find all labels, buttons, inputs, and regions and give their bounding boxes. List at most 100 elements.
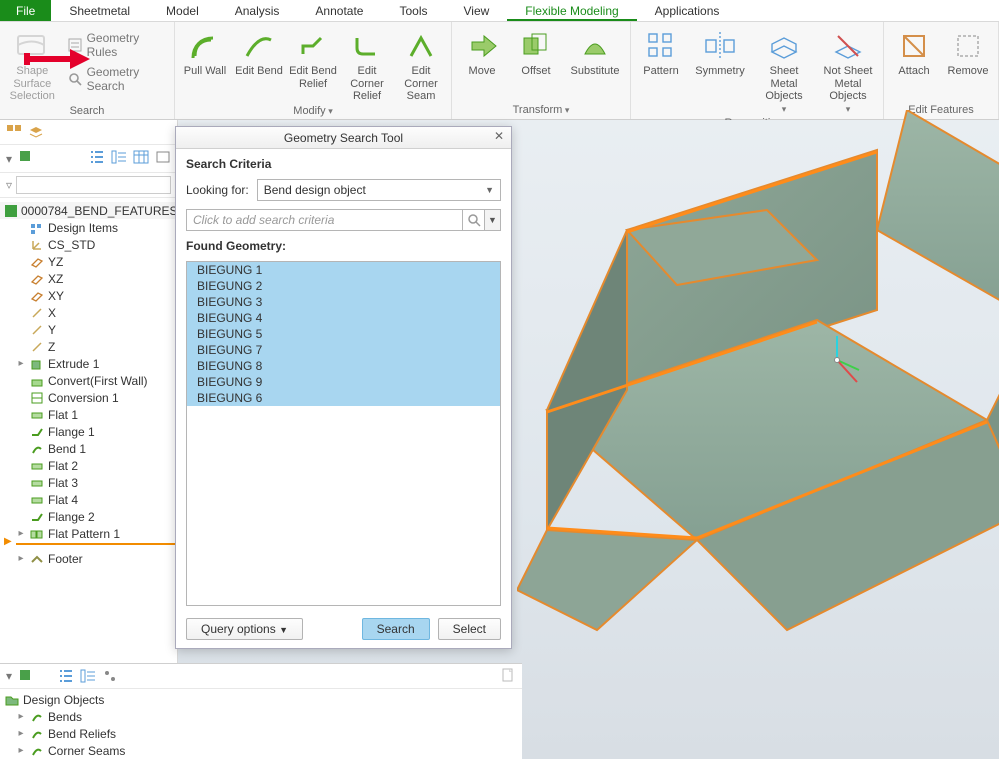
menu-sheetmetal[interactable]: Sheetmetal (51, 0, 148, 21)
menu-file[interactable]: File (0, 0, 51, 21)
tree-layers-icon[interactable] (28, 124, 44, 140)
pattern-button[interactable]: Pattern (637, 26, 685, 78)
menu-model[interactable]: Model (148, 0, 217, 21)
result-item[interactable]: BIEGUNG 8 (187, 358, 500, 374)
design-object-item[interactable]: ▸Bend Reliefs (0, 725, 522, 742)
edit-bend-icon (241, 28, 277, 64)
geometry-search-button[interactable]: Geometry Search (65, 64, 168, 94)
insert-here-marker[interactable] (16, 543, 177, 545)
result-item[interactable]: BIEGUNG 2 (187, 278, 500, 294)
tree-layout-icon[interactable] (6, 124, 22, 140)
select-button[interactable]: Select (438, 618, 501, 640)
dialog-title: Geometry Search Tool (284, 131, 403, 145)
shape-surface-button[interactable]: Shape Surface Selection (6, 26, 59, 103)
result-item[interactable]: BIEGUNG 6 (187, 390, 500, 406)
tree-extra-icon[interactable] (155, 149, 171, 168)
result-item[interactable]: BIEGUNG 1 (187, 262, 500, 278)
tree-item[interactable]: XY (0, 287, 177, 304)
dialog-titlebar[interactable]: Geometry Search Tool ✕ (176, 127, 511, 149)
rules-icon (67, 37, 83, 53)
tree-table-icon[interactable] (133, 149, 149, 168)
result-item[interactable]: BIEGUNG 9 (187, 374, 500, 390)
tree-item[interactable]: Flat 4 (0, 491, 177, 508)
looking-for-label: Looking for: (186, 183, 249, 197)
edit-bend-relief-button[interactable]: Edit Bend Relief (289, 26, 337, 90)
result-item[interactable]: BIEGUNG 5 (187, 326, 500, 342)
sheetmetal-icon (766, 28, 802, 64)
tree-list-icon[interactable] (89, 149, 105, 168)
do-list-icon[interactable] (58, 668, 74, 684)
tree-item[interactable]: Bend 1 (0, 440, 177, 457)
attach-button[interactable]: Attach (890, 26, 938, 78)
design-objects-root[interactable]: Design Objects (0, 691, 522, 708)
search-icon (67, 71, 83, 87)
tree-item[interactable]: Flange 1 (0, 423, 177, 440)
substitute-button[interactable]: Substitute (566, 26, 624, 78)
edit-corner-seam-button[interactable]: Edit Corner Seam (397, 26, 445, 103)
result-item[interactable]: BIEGUNG 7 (187, 342, 500, 358)
tree-item[interactable]: Design Items (0, 219, 177, 236)
close-icon[interactable]: ✕ (491, 129, 507, 145)
design-object-item[interactable]: ▸Corner Seams (0, 742, 522, 759)
tree-root[interactable]: 0000784_BEND_FEATURES.PRT (0, 202, 177, 219)
tree-item[interactable]: ▸Extrude 1 (0, 355, 177, 372)
not-sheetmetal-objects-button[interactable]: Not Sheet Metal Objects▾ (819, 26, 877, 115)
move-button[interactable]: Move (458, 26, 506, 78)
page-icon[interactable] (500, 668, 516, 684)
tree-item[interactable]: Flat 1 (0, 406, 177, 423)
flange-icon (29, 425, 45, 439)
bend-icon (29, 710, 45, 724)
search-criteria-header: Search Criteria (186, 157, 501, 171)
query-options-button[interactable]: Query options ▼ (186, 618, 303, 640)
menu-flexible-modeling[interactable]: Flexible Modeling (507, 0, 636, 21)
menu-tools[interactable]: Tools (381, 0, 445, 21)
result-item[interactable]: BIEGUNG 4 (187, 310, 500, 326)
tree-item[interactable]: CS_STD (0, 236, 177, 253)
tree-item[interactable]: Y (0, 321, 177, 338)
search-button[interactable]: Search (362, 618, 430, 640)
menu-view[interactable]: View (445, 0, 507, 21)
result-item[interactable]: BIEGUNG 3 (187, 294, 500, 310)
tree-item[interactable]: YZ (0, 253, 177, 270)
edit-bend-button[interactable]: Edit Bend (235, 26, 283, 78)
filter-toggle-icon[interactable]: ▾ (6, 669, 12, 683)
geometry-search-dialog: Geometry Search Tool ✕ Search Criteria L… (175, 126, 512, 649)
do-detail-icon[interactable] (80, 668, 96, 684)
offset-button[interactable]: Offset (512, 26, 560, 78)
do-settings-icon[interactable] (102, 668, 118, 684)
symmetry-button[interactable]: Symmetry (691, 26, 749, 78)
tree-item[interactable]: X (0, 304, 177, 321)
remove-button[interactable]: Remove (944, 26, 992, 78)
geometry-rules-button[interactable]: Geometry Rules (65, 30, 168, 60)
tree-item[interactable]: Flat 2 (0, 457, 177, 474)
pull-wall-button[interactable]: Pull Wall (181, 26, 229, 78)
tree-item[interactable]: Z (0, 338, 177, 355)
filter-toggle-icon[interactable]: ▾ (6, 152, 12, 166)
do-cube-icon[interactable] (18, 668, 34, 684)
tree-item[interactable]: XZ (0, 270, 177, 287)
plane-icon (29, 272, 45, 286)
tree-item[interactable]: Conversion 1 (0, 389, 177, 406)
menu-bar: File Sheetmetal Model Analysis Annotate … (0, 0, 999, 22)
funnel-icon[interactable]: ▿ (6, 178, 12, 192)
tree-item[interactable]: ▸Flat Pattern 1 (0, 525, 177, 542)
edit-corner-relief-button[interactable]: Edit Corner Relief (343, 26, 391, 103)
view-cube-icon[interactable] (18, 149, 34, 168)
tree-item[interactable]: Flange 2 (0, 508, 177, 525)
criteria-dropdown-button[interactable]: ▼ (485, 209, 501, 231)
criteria-search-icon[interactable] (463, 209, 485, 231)
remove-icon (950, 28, 986, 64)
sheetmetal-objects-button[interactable]: Sheet Metal Objects▾ (755, 26, 813, 115)
looking-for-select[interactable]: Bend design object ▼ (257, 179, 501, 201)
menu-applications[interactable]: Applications (637, 0, 738, 21)
menu-analysis[interactable]: Analysis (217, 0, 298, 21)
tree-item[interactable]: Flat 3 (0, 474, 177, 491)
tree-item[interactable]: Convert(First Wall) (0, 372, 177, 389)
found-geometry-list[interactable]: BIEGUNG 1BIEGUNG 2BIEGUNG 3BIEGUNG 4BIEG… (186, 261, 501, 606)
menu-annotate[interactable]: Annotate (297, 0, 381, 21)
design-object-item[interactable]: ▸Bends (0, 708, 522, 725)
tree-detail-icon[interactable] (111, 149, 127, 168)
tree-footer[interactable]: ▸ Footer (0, 546, 177, 563)
tree-filter-input[interactable] (16, 176, 171, 194)
criteria-input[interactable]: Click to add search criteria (186, 209, 463, 231)
